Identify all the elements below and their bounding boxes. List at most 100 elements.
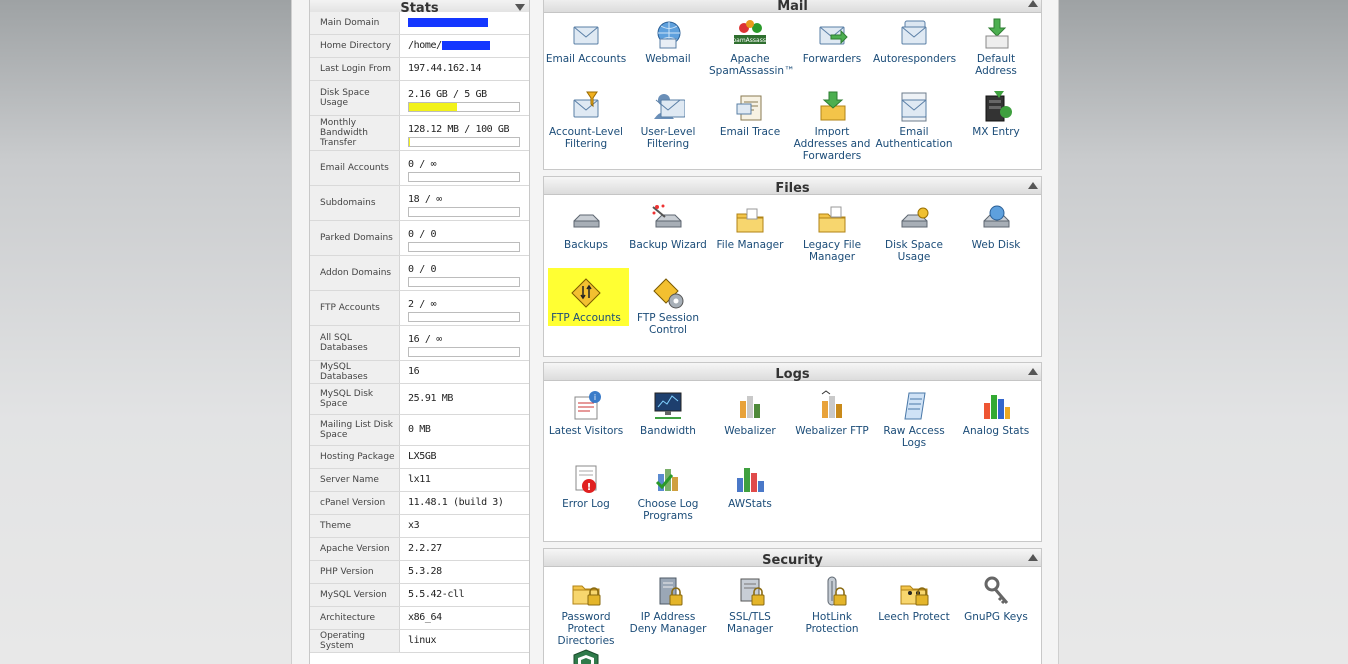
stats-label: Parked Domains (310, 221, 400, 255)
icon-label: Webalizer (724, 425, 776, 437)
icon-label: Webalizer FTP (795, 425, 869, 437)
spamassassin-icon: SpamAssassin (733, 20, 767, 44)
security-item-ip-address-deny-manager[interactable]: IP Address Deny Manager (627, 575, 709, 635)
files-item-legacy-file-manager[interactable]: Legacy File Manager (791, 203, 873, 263)
webalizer-icon (740, 396, 760, 418)
files-item-ftp-session-control[interactable]: FTP Session Control (627, 276, 709, 336)
stats-value-text: linux (408, 635, 437, 646)
collapse-arrow-icon[interactable] (1028, 182, 1038, 189)
usage-bar (408, 137, 520, 147)
ftp-accounts-icon (571, 278, 601, 308)
stats-row: FTP Accounts 2 / ∞ (310, 291, 529, 326)
security-item-gnupg-keys[interactable]: GnuPG Keys (955, 575, 1037, 623)
icon-label: Apache SpamAssassin™ (709, 53, 795, 77)
security-item-leech-protect[interactable]: Leech Protect (873, 575, 955, 623)
mail-item-email-trace[interactable]: Email Trace (709, 90, 791, 138)
mail-item-autoresponders[interactable]: Autoresponders (873, 17, 956, 65)
logs-item-error-log[interactable]: ! Error Log (545, 462, 627, 510)
icon-label: Email Authentication (875, 126, 953, 150)
mail-item-mx-entry[interactable]: MX Entry (955, 90, 1037, 138)
mail-item-account-level-filtering[interactable]: Account-Level Filtering (545, 90, 627, 150)
logs-section-header[interactable]: Logs (544, 363, 1041, 382)
logs-item-latest-visitors[interactable]: i Latest Visitors (545, 389, 627, 437)
stats-value: 2.16 GB / 5 GB (408, 89, 487, 100)
icon-label: GnuPG Keys (964, 611, 1028, 623)
mail-item-webmail[interactable]: Webmail (627, 17, 709, 65)
default-address-icon (985, 18, 1009, 49)
stats-label: Email Accounts (310, 151, 400, 185)
stats-panel: Stats Main Domain Home Directory/home/Las… (309, 0, 530, 664)
webmail-globe-icon (657, 21, 681, 49)
stats-value: lx11 (408, 474, 431, 485)
security-item-shield[interactable] (545, 647, 627, 664)
files-item-disk-space-usage[interactable]: Disk Space Usage (873, 203, 955, 263)
cpanel-page: Stats Main Domain Home Directory/home/Las… (291, 0, 1059, 664)
raw-access-logs-icon (904, 392, 926, 420)
stats-value: 16 (408, 366, 420, 377)
mail-item-email-accounts[interactable]: Email Accounts (545, 17, 627, 65)
redaction-mark (408, 17, 488, 27)
collapse-arrow-icon[interactable] (1028, 554, 1038, 561)
stats-row: MySQL Version 5.5.42-cll (310, 584, 529, 607)
logs-item-raw-access-logs[interactable]: Raw Access Logs (873, 389, 955, 449)
icon-label: HotLink Protection (805, 611, 859, 635)
mail-section-header[interactable]: Mail (544, 0, 1041, 14)
collapse-arrow-icon[interactable] (1028, 368, 1038, 375)
files-item-ftp-accounts[interactable]: FTP Accounts (545, 276, 627, 324)
stats-value: 128.12 MB / 100 GB (408, 124, 510, 135)
stats-label: cPanel Version (310, 492, 400, 514)
stats-value-text: 16 / ∞ (408, 334, 442, 345)
stats-label: Operating System (310, 630, 400, 652)
files-item-backups[interactable]: Backups (545, 203, 627, 251)
mail-item-default-address[interactable]: Default Address (955, 17, 1037, 77)
security-item-ssl-tls-manager[interactable]: SSL/TLS Manager (709, 575, 791, 635)
disk-space-icon (901, 207, 929, 228)
icon-label: Forwarders (802, 53, 862, 65)
stats-value-text: /home/ (408, 40, 442, 51)
logs-item-bandwidth[interactable]: Bandwidth (627, 389, 709, 437)
icon-label: Disk Space Usage (885, 239, 943, 263)
stats-value: 0 MB (408, 424, 431, 435)
mail-item-user-level-filtering[interactable]: User-Level Filtering (627, 90, 709, 150)
logs-section-title: Logs (775, 367, 810, 382)
stats-label: Apache Version (310, 538, 400, 560)
stats-value: 11.48.1 (build 3) (408, 497, 504, 508)
awstats-icon (737, 468, 764, 492)
collapse-arrow-icon[interactable] (1028, 0, 1038, 7)
stats-value-text: 197.44.162.14 (408, 63, 482, 74)
mail-item-email-authentication[interactable]: Email Authentication (873, 90, 955, 150)
files-item-file-manager[interactable]: File Manager (709, 203, 791, 251)
files-section-title: Files (775, 181, 810, 196)
mail-item-forwarders[interactable]: Forwarders (791, 17, 873, 65)
logs-item-webalizer-ftp[interactable]: Webalizer FTP (791, 389, 873, 437)
stats-value: x86_64 (408, 612, 442, 623)
icon-label: Choose Log Programs (637, 498, 699, 522)
stats-row: Disk Space Usage 2.16 GB / 5 GB (310, 81, 529, 116)
email-trace-icon (736, 95, 762, 121)
logs-item-awstats[interactable]: AWStats (709, 462, 791, 510)
logs-item-webalizer[interactable]: Webalizer (709, 389, 791, 437)
mail-item-apache-spamassassin[interactable]: SpamAssassin Apache SpamAssassin™ (709, 17, 795, 77)
stats-value-text: x3 (408, 520, 420, 531)
security-section-header[interactable]: Security (544, 549, 1041, 568)
hotlink-icon (827, 576, 847, 606)
mail-item-import-addresses-and-forwarders[interactable]: Import Addresses and Forwarders (791, 90, 873, 162)
usage-bar (408, 102, 520, 112)
icon-label: Leech Protect (878, 611, 950, 623)
files-item-web-disk[interactable]: Web Disk (955, 203, 1037, 251)
security-item-password-protect-directories[interactable]: Password Protect Directories (545, 575, 627, 647)
stats-label: MySQL Databases (310, 361, 400, 383)
usage-bar (408, 277, 520, 287)
logs-item-choose-log-programs[interactable]: Choose Log Programs (627, 462, 709, 522)
stats-value (408, 17, 488, 28)
logs-item-analog-stats[interactable]: Analog Stats (955, 389, 1037, 437)
files-section-header[interactable]: Files (544, 177, 1041, 196)
security-item-hotlink-protection[interactable]: HotLink Protection (791, 575, 873, 635)
collapse-arrow-icon[interactable] (515, 4, 525, 11)
stats-label: PHP Version (310, 561, 400, 583)
icon-label: Email Trace (719, 126, 781, 138)
email-auth-icon (901, 92, 927, 122)
icon-label: Account-Level Filtering (549, 126, 623, 150)
files-item-backup-wizard[interactable]: Backup Wizard (627, 203, 709, 251)
stats-row: Home Directory/home/ (310, 35, 529, 58)
